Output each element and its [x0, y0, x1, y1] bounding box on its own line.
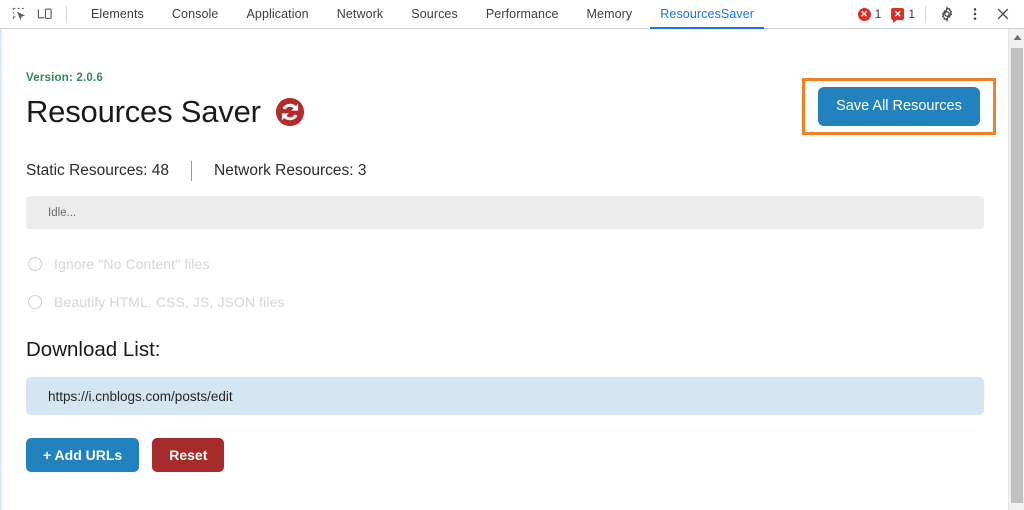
toolbar-right-icons — [934, 2, 1016, 26]
tab-console[interactable]: Console — [158, 0, 233, 29]
add-urls-button[interactable]: + Add URLs — [26, 438, 140, 472]
message-count: 1 — [908, 7, 915, 21]
download-list-title: Download List: — [26, 338, 161, 361]
tab-resourcessaver[interactable]: ResourcesSaver — [646, 0, 768, 29]
tab-application[interactable]: Application — [232, 0, 322, 29]
action-buttons: + Add URLs Reset — [26, 438, 984, 472]
list-item[interactable]: https://i.cnblogs.com/posts/edit — [26, 377, 984, 415]
options-group: Ignore "No Content" files Beautify HTML,… — [26, 249, 984, 317]
error-icon: ✕ — [857, 7, 871, 21]
refresh-sync-icon[interactable] — [275, 97, 305, 127]
tab-elements[interactable]: Elements — [77, 0, 158, 29]
gear-icon[interactable] — [934, 2, 960, 26]
save-all-resources-button[interactable]: Save All Resources — [818, 87, 980, 126]
issue-counters: ✕ 1 ✕ 1 — [857, 7, 915, 23]
toolbar-divider — [66, 5, 67, 23]
static-resources-count: Static Resources: 48 — [26, 162, 170, 179]
counts-divider — [191, 161, 193, 181]
save-all-resources-highlight: Save All Resources — [802, 78, 996, 135]
download-list: https://i.cnblogs.com/posts/edit — [26, 377, 984, 415]
resources-saver-panel: Version: 2.0.6 Resources Saver Static Re… — [0, 29, 1008, 510]
option-label: Beautify HTML, CSS, JS, JSON files — [54, 294, 285, 310]
resource-counts: Static Resources: 48 Network Resources: … — [26, 161, 984, 181]
devtools-toolbar: Elements Console Application Network Sou… — [0, 0, 1024, 29]
network-resources-count: Network Resources: 3 — [214, 162, 367, 179]
option-ignore-no-content[interactable]: Ignore "No Content" files — [26, 249, 984, 279]
vertical-scrollbar[interactable] — [1008, 29, 1024, 510]
message-counter[interactable]: ✕ 1 — [891, 7, 915, 23]
tab-network[interactable]: Network — [323, 0, 398, 29]
devtools-tab-list: Elements Console Application Network Sou… — [77, 0, 768, 29]
inspect-element-icon[interactable] — [6, 2, 32, 26]
radio-icon[interactable] — [28, 295, 42, 309]
scrollbar-thumb[interactable] — [1011, 48, 1023, 503]
radio-icon[interactable] — [28, 257, 42, 271]
tab-sources[interactable]: Sources — [397, 0, 472, 29]
tab-performance[interactable]: Performance — [472, 0, 573, 29]
message-error-icon: ✕ — [891, 8, 905, 23]
error-count: 1 — [874, 7, 882, 21]
device-toolbar-icon[interactable] — [32, 2, 58, 26]
toolbar-divider-2 — [925, 5, 926, 23]
status-bar: Idle... — [26, 196, 984, 229]
status-text: Idle... — [48, 206, 77, 219]
reset-button[interactable]: Reset — [152, 438, 225, 472]
tab-memory[interactable]: Memory — [573, 0, 647, 29]
option-beautify-files[interactable]: Beautify HTML, CSS, JS, JSON files — [26, 287, 984, 317]
option-label: Ignore "No Content" files — [54, 256, 210, 272]
close-icon[interactable] — [990, 2, 1016, 26]
devtools-window: Elements Console Application Network Sou… — [0, 0, 1024, 510]
error-counter[interactable]: ✕ 1 — [857, 7, 882, 21]
scroll-up-arrow-icon[interactable] — [1009, 29, 1024, 46]
kebab-menu-icon[interactable] — [962, 2, 988, 26]
page-title: Resources Saver — [26, 94, 261, 129]
download-url: https://i.cnblogs.com/posts/edit — [48, 388, 233, 404]
